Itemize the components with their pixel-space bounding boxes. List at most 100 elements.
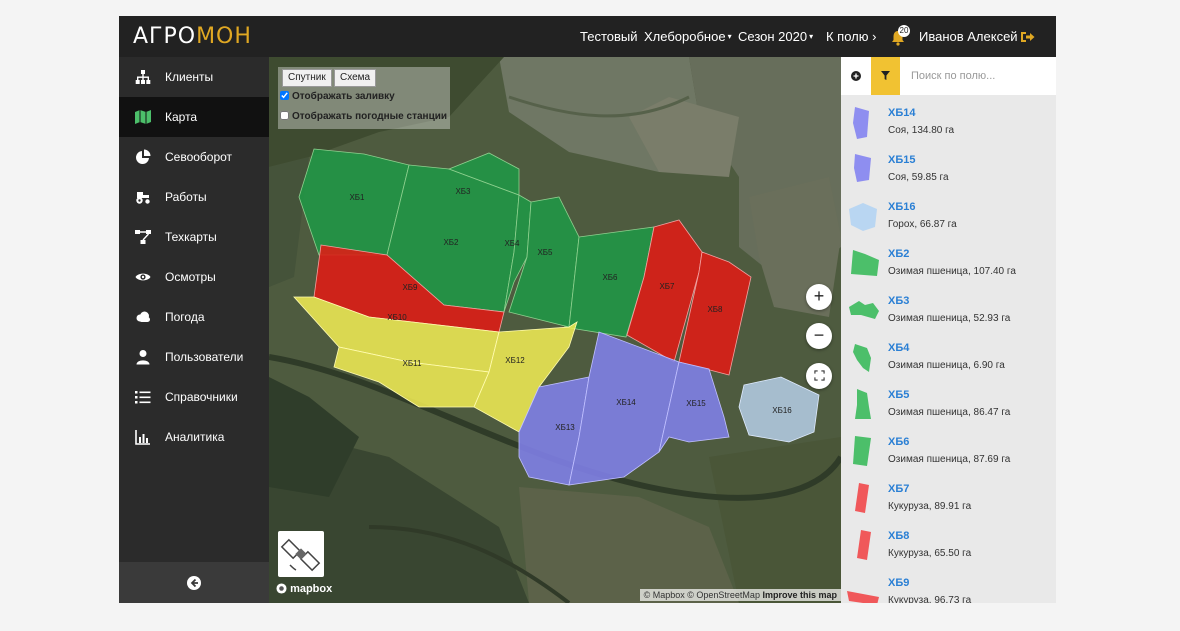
- field-thumbnail: [847, 591, 879, 603]
- field-list-item[interactable]: ХБ5 Озимая пшеница, 86.47 га: [841, 381, 1056, 428]
- field-name[interactable]: ХБ15: [888, 154, 915, 166]
- field-name[interactable]: ХБ16: [888, 201, 915, 213]
- field-list-item[interactable]: ХБ2 Озимая пшеница, 107.40 га: [841, 240, 1056, 287]
- to-field-label: К полю: [826, 29, 869, 44]
- field-label-xb6: ХБ6: [602, 273, 618, 282]
- show-fill-checkbox[interactable]: [280, 91, 289, 100]
- field-description: Озимая пшеница, 6.90 га: [888, 360, 1005, 371]
- field-description: Озимая пшеница, 107.40 га: [888, 266, 1016, 277]
- field-thumbnail: [855, 483, 869, 513]
- fullscreen-button[interactable]: [806, 363, 832, 389]
- field-label-xb8: ХБ8: [707, 305, 723, 314]
- tab-satellite[interactable]: Спутник: [282, 69, 332, 87]
- field-list-item[interactable]: ХБ7 Кукуруза, 89.91 га: [841, 475, 1056, 522]
- cloud-icon: [136, 311, 150, 322]
- filter-button[interactable]: [871, 57, 900, 95]
- field-name[interactable]: ХБ6: [888, 436, 909, 448]
- sidebar-item-analytics[interactable]: Аналитика: [119, 417, 269, 457]
- arrow-left-circle-icon: [187, 576, 201, 590]
- logout-icon[interactable]: [1021, 31, 1035, 43]
- field-label-xb11: ХБ11: [403, 359, 422, 368]
- map-icon: [135, 110, 151, 124]
- sidebar-item-works[interactable]: Работы: [119, 177, 269, 217]
- field-label-xb1: ХБ1: [349, 193, 365, 202]
- zoom-out-button[interactable]: −: [806, 323, 832, 349]
- list-icon: [135, 391, 151, 404]
- field-description: Озимая пшеница, 86.47 га: [888, 407, 1011, 418]
- field-name[interactable]: ХБ2: [888, 248, 909, 260]
- field-name[interactable]: ХБ9: [888, 577, 909, 589]
- sidebar-item-label: Справочники: [165, 390, 238, 404]
- farm-dropdown[interactable]: Хлеборобное ▾: [644, 29, 732, 44]
- chevron-down-icon: ▾: [727, 32, 732, 41]
- flow-icon: [135, 230, 151, 244]
- field-label-xb4: ХБ4: [504, 239, 520, 248]
- field-description: Кукуруза, 65.50 га: [888, 548, 972, 559]
- satellite-icon: [280, 538, 321, 572]
- field-description: Кукуруза, 96.73 га: [888, 595, 972, 603]
- satellite-view-button[interactable]: [278, 531, 324, 577]
- field-search-input[interactable]: Поиск по полю...: [911, 70, 995, 82]
- show-weather-toggle[interactable]: Отображать погодные станции: [280, 111, 447, 122]
- org-selector[interactable]: Тестовый: [580, 29, 638, 44]
- field-name[interactable]: ХБ3: [888, 295, 909, 307]
- to-field-button[interactable]: К полю ›: [826, 29, 876, 44]
- field-list-item[interactable]: ХБ8 Кукуруза, 65.50 га: [841, 522, 1056, 569]
- sidebar-item-tech-maps[interactable]: Техкарты: [119, 217, 269, 257]
- zoom-in-button[interactable]: +: [806, 284, 832, 310]
- field-thumbnail: [854, 154, 871, 182]
- field-name[interactable]: ХБ5: [888, 389, 909, 401]
- season-dropdown[interactable]: Сезон 2020 ▾: [738, 29, 813, 44]
- field-list-item[interactable]: ХБ9 Кукуруза, 96.73 га: [841, 569, 1056, 603]
- sidebar-item-inspections[interactable]: Осмотры: [119, 257, 269, 297]
- field-description: Соя, 59.85 га: [888, 172, 949, 183]
- show-weather-label: Отображать погодные станции: [292, 111, 448, 122]
- field-name[interactable]: ХБ14: [888, 107, 915, 119]
- field-list-item[interactable]: ХБ16 Горох, 66.87 га: [841, 193, 1056, 240]
- field-label-xb16: ХБ16: [772, 406, 792, 415]
- sidebar-item-users[interactable]: Пользователи: [119, 337, 269, 377]
- app-logo[interactable]: АГРОМОН: [133, 24, 252, 49]
- tractor-icon: [136, 192, 150, 204]
- sidebar-item-weather[interactable]: Погода: [119, 297, 269, 337]
- top-bar: АГРОМОН Тестовый Хлеборобное ▾ Сезон 2020…: [119, 16, 1056, 57]
- sidebar-item-references[interactable]: Справочники: [119, 377, 269, 417]
- sidebar-item-crop-rotation[interactable]: Севооборот: [119, 137, 269, 177]
- org-chart-icon: [135, 70, 151, 84]
- field-label-xb9: ХБ9: [402, 283, 418, 292]
- field-list-item[interactable]: ХБ6 Озимая пшеница, 87.69 га: [841, 428, 1056, 475]
- sidebar-item-map[interactable]: Карта: [119, 97, 269, 137]
- farm-label: Хлеборобное: [644, 29, 726, 44]
- mapbox-logo[interactable]: mapbox: [276, 583, 332, 595]
- field-thumbnail: [853, 107, 869, 139]
- user-name[interactable]: Иванов Алексей: [919, 29, 1018, 44]
- fields-layer: ХБ1 ХБ3 ХБ2 ХБ4 ХБ5 ХБ6 ХБ7 ХБ8 ХБ9 ХБ10…: [293, 148, 820, 486]
- field-name[interactable]: ХБ8: [888, 530, 909, 542]
- field-label-xb15: ХБ15: [686, 399, 706, 408]
- mapbox-icon: [276, 583, 287, 594]
- field-label-xb14: ХБ14: [616, 398, 636, 407]
- field-label-xb5: ХБ5: [537, 248, 553, 257]
- field-name[interactable]: ХБ4: [888, 342, 909, 354]
- sidebar-item-clients[interactable]: Клиенты: [119, 57, 269, 97]
- field-description: Озимая пшеница, 87.69 га: [888, 454, 1011, 465]
- add-field-button[interactable]: [841, 57, 870, 95]
- improve-map-link[interactable]: Improve this map: [762, 590, 837, 600]
- notifications-button[interactable]: 20: [891, 25, 910, 46]
- fullscreen-icon: [813, 370, 825, 381]
- fields-panel: Поиск по полю... ХБ14 Соя, 134.80 га ХБ1…: [841, 57, 1056, 603]
- collapse-sidebar-button[interactable]: [119, 562, 269, 603]
- show-weather-checkbox[interactable]: [280, 111, 289, 120]
- field-name[interactable]: ХБ7: [888, 483, 909, 495]
- field-list-item[interactable]: ХБ14 Соя, 134.80 га: [841, 99, 1056, 146]
- attribution-text[interactable]: © Mapbox © OpenStreetMap: [644, 590, 760, 600]
- field-list-item[interactable]: ХБ4 Озимая пшеница, 6.90 га: [841, 334, 1056, 381]
- tab-scheme[interactable]: Схема: [334, 69, 377, 87]
- field-list-item[interactable]: ХБ15 Соя, 59.85 га: [841, 146, 1056, 193]
- field-thumbnail: [853, 344, 871, 372]
- show-fill-label: Отображать заливку: [292, 91, 395, 102]
- map-view[interactable]: ХБ1 ХБ3 ХБ2 ХБ4 ХБ5 ХБ6 ХБ7 ХБ8 ХБ9 ХБ10…: [269, 57, 841, 603]
- field-list-item[interactable]: ХБ3 Озимая пшеница, 52.93 га: [841, 287, 1056, 334]
- field-description: Кукуруза, 89.91 га: [888, 501, 972, 512]
- show-fill-toggle[interactable]: Отображать заливку: [280, 91, 395, 102]
